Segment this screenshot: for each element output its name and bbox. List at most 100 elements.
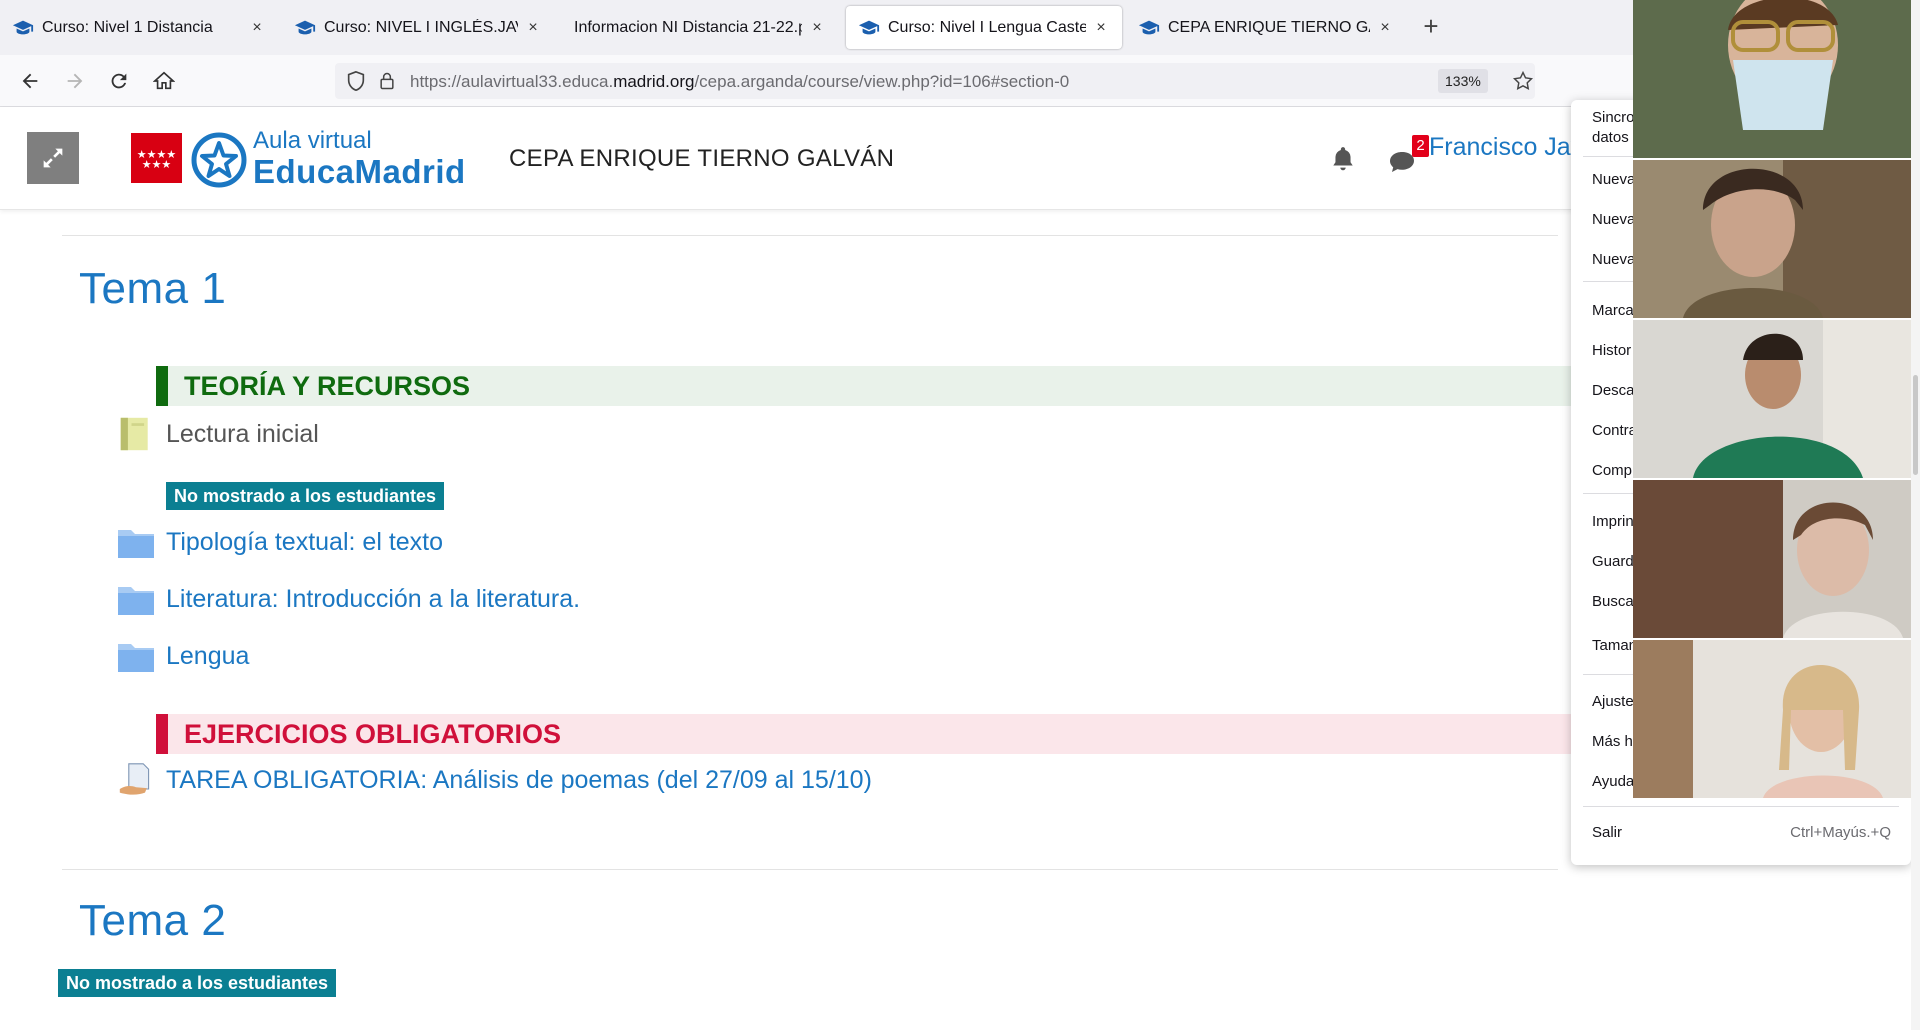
label-accent-bar bbox=[156, 714, 168, 754]
home-button[interactable] bbox=[148, 65, 180, 97]
url-bar[interactable]: https://aulavirtual33.educa.madrid.org/c… bbox=[335, 63, 1535, 99]
participant-silhouette bbox=[1633, 160, 1911, 318]
book-icon bbox=[120, 417, 148, 451]
url-prefix: https://aulavirtual33.educa. bbox=[410, 72, 614, 91]
new-tab-button[interactable]: + bbox=[1416, 12, 1446, 42]
tab-close-icon[interactable]: × bbox=[1376, 19, 1394, 37]
label-accent-bar bbox=[156, 366, 168, 406]
menu-item-addons[interactable]: Comp bbox=[1592, 462, 1632, 479]
label-teoria-recursos: TEORÍA Y RECURSOS bbox=[156, 366, 1576, 406]
section-divider bbox=[62, 235, 1558, 236]
menu-item-history[interactable]: Histor bbox=[1592, 342, 1631, 359]
menu-item-exit[interactable]: Salir bbox=[1592, 824, 1622, 841]
page-scrollbar[interactable] bbox=[1911, 0, 1920, 1030]
menu-item-print[interactable]: Imprin bbox=[1592, 513, 1634, 530]
back-button[interactable] bbox=[14, 65, 46, 97]
tab-close-icon[interactable]: × bbox=[1092, 19, 1110, 37]
menu-item-passwords[interactable]: Contra bbox=[1592, 422, 1637, 439]
graduation-cap-icon bbox=[294, 20, 316, 34]
tab-label: Curso: Nivel 1 Distancia bbox=[42, 18, 213, 36]
activity-name: TAREA OBLIGATORIA: Análisis de poemas (d… bbox=[166, 765, 872, 794]
star-bookmark-icon[interactable] bbox=[1512, 70, 1534, 92]
expand-arrows-icon bbox=[43, 148, 63, 168]
section-title-tema1[interactable]: Tema 1 bbox=[79, 264, 226, 314]
assignment-icon bbox=[119, 763, 150, 795]
participant-video-2[interactable] bbox=[1633, 160, 1911, 318]
activity-literatura[interactable]: Literatura: Introducción a la literatura… bbox=[116, 581, 580, 617]
comunidad-madrid-flag-logo: ★★★★ ★★★ bbox=[131, 133, 182, 183]
tab-label: CEPA ENRIQUE TIERNO GALVÁN bbox=[1168, 18, 1370, 36]
activity-name: Lectura inicial bbox=[166, 419, 319, 448]
menu-divider bbox=[1583, 806, 1899, 807]
home-icon bbox=[153, 71, 175, 90]
svg-text:★★★: ★★★ bbox=[142, 158, 172, 171]
hidden-from-students-badge: No mostrado a los estudiantes bbox=[166, 482, 445, 510]
participant-silhouette bbox=[1633, 640, 1911, 798]
activity-tipologia-textual[interactable]: Tipología textual: el texto bbox=[116, 524, 443, 560]
activity-name: Literatura: Introducción a la literatura… bbox=[166, 584, 581, 613]
menu-item-settings[interactable]: Ajuste bbox=[1592, 693, 1634, 710]
tab-close-icon[interactable]: × bbox=[808, 19, 826, 37]
graduation-cap-icon bbox=[12, 20, 34, 34]
activity-lectura-inicial[interactable]: Lectura inicial bbox=[116, 416, 319, 452]
menu-item-new-window[interactable]: Nueva bbox=[1592, 211, 1635, 228]
menu-item-find[interactable]: Buscar bbox=[1592, 593, 1639, 610]
activity-name: Lengua bbox=[166, 641, 250, 670]
logo-line-aula-virtual: Aula virtual bbox=[253, 127, 372, 154]
site-name: CEPA ENRIQUE TIERNO GALVÁN bbox=[509, 145, 895, 172]
graduation-cap-icon bbox=[858, 20, 880, 34]
activity-lengua[interactable]: Lengua bbox=[116, 638, 249, 674]
tab-label: Curso: Nivel I Lengua Castellana bbox=[888, 18, 1086, 36]
menu-item-new-tab[interactable]: Nueva bbox=[1592, 171, 1635, 188]
tab-lengua-castellana[interactable]: Curso: Nivel I Lengua Castellana × bbox=[846, 6, 1122, 49]
reload-button[interactable] bbox=[103, 65, 135, 97]
participant-video-3[interactable] bbox=[1633, 320, 1911, 478]
expand-button[interactable] bbox=[27, 132, 79, 184]
folder-icon bbox=[118, 644, 154, 672]
participant-video-4[interactable] bbox=[1633, 480, 1911, 638]
participant-video-5[interactable] bbox=[1633, 640, 1911, 798]
stars-logo: ★★★★ ★★★ bbox=[137, 148, 177, 171]
arrow-left-icon bbox=[22, 73, 38, 89]
menu-item-sync-line1[interactable]: Sincro bbox=[1592, 109, 1635, 126]
url-domain: madrid.org bbox=[613, 72, 695, 91]
tab-close-icon[interactable]: × bbox=[248, 19, 266, 37]
shield-icon[interactable] bbox=[345, 70, 367, 92]
tab-cepa[interactable]: CEPA ENRIQUE TIERNO GALVÁN × bbox=[1126, 6, 1406, 49]
lock-icon[interactable] bbox=[377, 70, 397, 92]
arrow-right-icon bbox=[67, 73, 83, 89]
menu-item-new-private-window[interactable]: Nueva bbox=[1592, 251, 1635, 268]
menu-item-zoom-size[interactable]: Taman bbox=[1592, 637, 1637, 654]
section-title-tema2[interactable]: Tema 2 bbox=[79, 896, 226, 946]
participant-silhouette bbox=[1633, 0, 1911, 158]
tab-label: Informacion NI Distancia 21-22.pdf bbox=[574, 18, 802, 36]
bell-icon[interactable] bbox=[1330, 145, 1356, 173]
user-menu-name[interactable]: Francisco Jav bbox=[1429, 133, 1583, 162]
participant-video-1[interactable] bbox=[1633, 0, 1911, 158]
tab-nivel1-distancia[interactable]: Curso: Nivel 1 Distancia × bbox=[0, 6, 278, 49]
menu-item-help[interactable]: Ayuda bbox=[1592, 773, 1634, 790]
url-suffix: /cepa.arganda/course/view.php?id=106#sec… bbox=[694, 72, 1070, 91]
activity-tarea-obligatoria[interactable]: TAREA OBLIGATORIA: Análisis de poemas (d… bbox=[116, 762, 872, 798]
folder-icon bbox=[118, 587, 154, 615]
educamadrid-emblem-icon bbox=[191, 132, 247, 188]
label-ejercicios-obligatorios: EJERCICIOS OBLIGATORIOS bbox=[156, 714, 1576, 754]
tab-nivel1-ingles[interactable]: Curso: NIVEL I INGLÉS.JAVIER × bbox=[282, 6, 554, 49]
participant-silhouette bbox=[1633, 480, 1911, 638]
menu-item-bookmarks[interactable]: Marca bbox=[1592, 302, 1634, 319]
menu-item-sync-line2[interactable]: datos bbox=[1592, 129, 1629, 146]
menu-shortcut-exit: Ctrl+Mayús.+Q bbox=[1790, 824, 1891, 841]
label-text: TEORÍA Y RECURSOS bbox=[184, 370, 471, 401]
graduation-cap-icon bbox=[1138, 20, 1160, 34]
menu-item-save-page[interactable]: Guard bbox=[1592, 553, 1634, 570]
forward-button[interactable] bbox=[59, 65, 91, 97]
page-scrollbar-thumb[interactable] bbox=[1913, 375, 1918, 475]
hidden-from-students-badge: No mostrado a los estudiantes bbox=[58, 969, 337, 997]
menu-item-downloads[interactable]: Desca bbox=[1592, 382, 1635, 399]
url-text[interactable]: https://aulavirtual33.educa.madrid.org/c… bbox=[410, 72, 1069, 92]
tab-informacion-pdf[interactable]: Informacion NI Distancia 21-22.pdf × bbox=[562, 6, 838, 49]
zoom-level-button[interactable]: 133% bbox=[1438, 69, 1488, 93]
participant-silhouette bbox=[1633, 320, 1911, 478]
tab-close-icon[interactable]: × bbox=[524, 19, 542, 37]
menu-item-more-tools[interactable]: Más h bbox=[1592, 733, 1633, 750]
